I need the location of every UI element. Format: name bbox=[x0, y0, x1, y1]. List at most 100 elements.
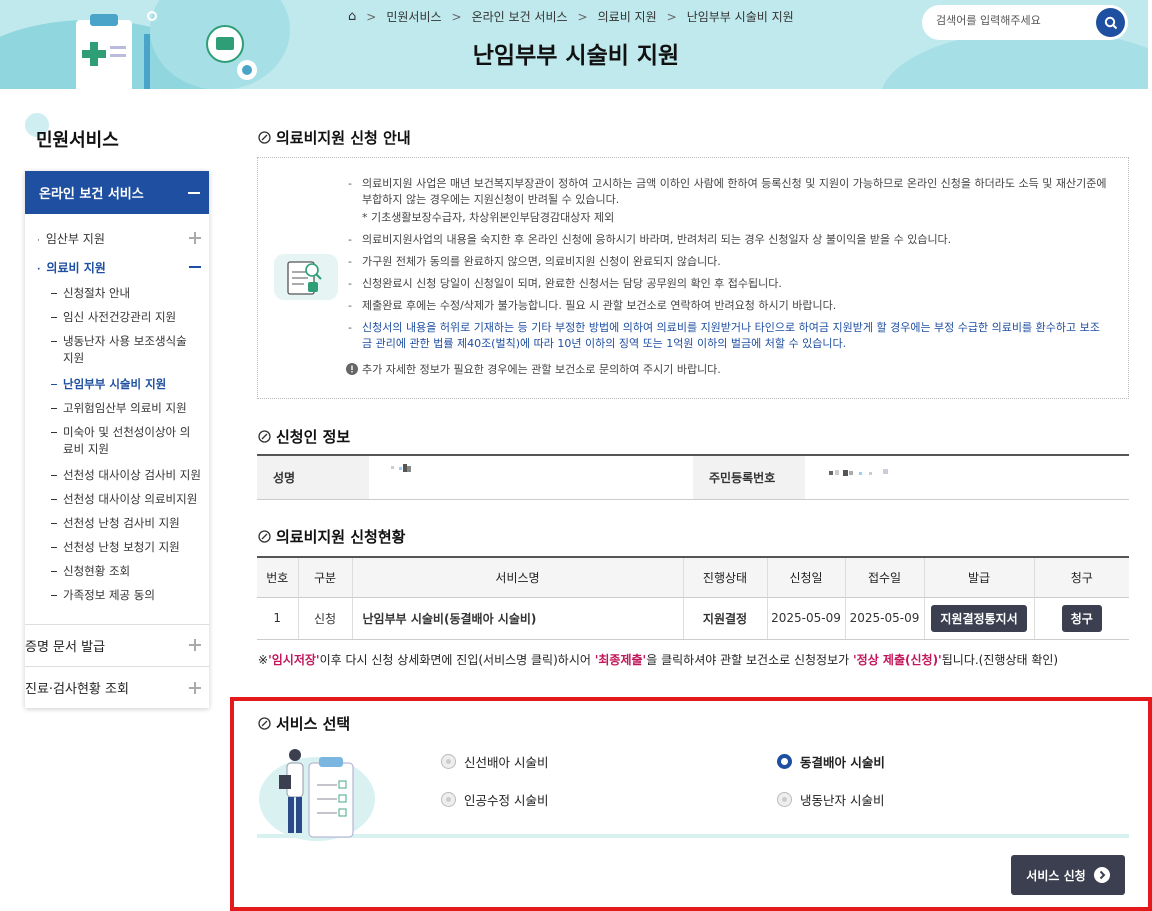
sidebar-item-pregnant-support[interactable]: · 임산부 지원 bbox=[37, 230, 105, 247]
sidebar-section-online-health[interactable]: 온라인 보건 서비스 bbox=[25, 171, 209, 214]
column-header: 신청일 bbox=[766, 556, 845, 598]
section-title-status: 의료비지원 신청현황 bbox=[258, 526, 405, 547]
sidebar-subitem[interactable]: 선천성 난청 검사비 지원 bbox=[51, 515, 180, 532]
sidebar-subitem[interactable]: 신청현황 조회 bbox=[51, 563, 130, 580]
section-title-text: 신청인 정보 bbox=[276, 428, 351, 446]
service-apply-label: 서비스 신청 bbox=[1026, 868, 1086, 883]
collapse-icon[interactable] bbox=[188, 192, 200, 194]
sidebar-section-label: 증명 문서 발급 bbox=[25, 640, 106, 655]
column-header: 진행상태 bbox=[682, 556, 767, 598]
arrow-right-circle-icon bbox=[1093, 867, 1110, 883]
radio-button[interactable] bbox=[441, 792, 456, 807]
guide-item: 의료비지원사업의 내용을 숙지한 후 온라인 신청에 응하시기 바라며, 반려처… bbox=[348, 232, 1108, 248]
sidebar-section-label: 진료·검사현황 조회 bbox=[25, 682, 129, 697]
status-table: 번호 구분 서비스명 진행상태 신청일 접수일 발급 청구 1 신청 난임부부 … bbox=[257, 556, 1129, 640]
breadcrumb-item[interactable]: 난임부부 시술비 지원 bbox=[687, 8, 794, 25]
sidebar-subitem[interactable]: 선천성 대사이상 의료비지원 bbox=[51, 491, 197, 508]
masked-rrn bbox=[829, 469, 888, 476]
guide-item: 신청완료시 신청 당일이 신청일이 되며, 완료한 신청서는 담당 공무원의 확… bbox=[348, 276, 1108, 292]
sidebar-subitem[interactable]: 임신 사전건강관리 지원 bbox=[51, 309, 176, 326]
sidebar-subitem[interactable]: 미숙아 및 선천성이상아 의료비 지원 bbox=[51, 424, 191, 458]
section-title-guide: 의료비지원 신청 안내 bbox=[258, 127, 411, 148]
section-title-text: 의료비지원 신청현황 bbox=[276, 528, 406, 546]
breadcrumb-item[interactable]: 민원서비스 bbox=[386, 8, 441, 25]
sidebar-item-medical-support[interactable]: · 의료비 지원 bbox=[37, 259, 106, 276]
search-button[interactable] bbox=[1096, 8, 1125, 37]
masked-name bbox=[391, 464, 411, 472]
collapse-icon[interactable] bbox=[189, 266, 201, 268]
sidebar-subitem[interactable]: 선천성 대사이상 검사비 지원 bbox=[51, 467, 201, 484]
name-label: 성명 bbox=[257, 454, 369, 500]
radio-frozen-embryo[interactable]: 동결배아 시술비 bbox=[777, 752, 885, 771]
guide-item: 제출완료 후에는 수정/삭제가 불가능합니다. 필요 시 관할 보건소로 연락하… bbox=[348, 298, 1108, 314]
guide-warning-item: 신청서의 내용을 허위로 기재하는 등 기타 부정한 방법에 의하여 의료비를 … bbox=[348, 320, 1108, 352]
section-title-text: 의료비지원 신청 안내 bbox=[276, 129, 411, 147]
document-search-icon bbox=[274, 254, 338, 300]
sidebar-title: 민원서비스 bbox=[36, 130, 119, 151]
radio-button-selected[interactable] bbox=[777, 754, 792, 769]
radio-label: 신선배아 시술비 bbox=[464, 755, 549, 770]
breadcrumb-separator: > bbox=[666, 9, 677, 24]
section-title-applicant: 신청인 정보 bbox=[258, 426, 350, 447]
expand-icon-vertical bbox=[194, 682, 196, 694]
section-title-text: 서비스 선택 bbox=[276, 715, 351, 733]
column-header: 구분 bbox=[297, 556, 352, 598]
breadcrumb-item[interactable]: 온라인 보건 서비스 bbox=[472, 8, 568, 25]
search-box bbox=[922, 5, 1128, 40]
status-table-header: 번호 구분 서비스명 진행상태 신청일 접수일 발급 청구 bbox=[257, 556, 1129, 598]
claim-cell: 청구 bbox=[1033, 597, 1129, 640]
pencil-circle-icon bbox=[258, 131, 271, 144]
page-title: 난임부부 시술비 지원 bbox=[472, 43, 680, 69]
progress-status: 지원결정 bbox=[682, 597, 767, 640]
radio-frozen-oocyte[interactable]: 냉동난자 시술비 bbox=[777, 790, 884, 809]
sidebar-subitem[interactable]: 신청절차 안내 bbox=[51, 285, 130, 302]
decision-notice-button[interactable]: 지원결정통지서 bbox=[931, 604, 1027, 632]
sidebar-subitem[interactable]: 냉동난자 사용 보조생식술 지원 bbox=[51, 333, 191, 367]
breadcrumb-separator: > bbox=[577, 9, 588, 24]
table-row: 1 신청 난임부부 시술비(동결배아 시술비) 지원결정 2025-05-09 … bbox=[257, 597, 1129, 640]
pencil-circle-icon bbox=[258, 717, 271, 730]
top-banner: ⌂ > 민원서비스 > 온라인 보건 서비스 > 의료비 지원 > 난임부부 시… bbox=[0, 0, 1148, 89]
name-value bbox=[369, 454, 693, 500]
column-header: 접수일 bbox=[844, 556, 924, 598]
radio-button[interactable] bbox=[777, 792, 792, 807]
guide-list: 의료비지원 사업은 매년 보건복지부장관이 정하여 고시하는 금액 이하인 사람… bbox=[348, 176, 1108, 358]
expand-icon-vertical bbox=[194, 639, 196, 651]
sidebar-subitem[interactable]: 가족정보 제공 동의 bbox=[51, 587, 155, 604]
applied-date: 2025-05-09 bbox=[766, 597, 845, 640]
column-header: 발급 bbox=[923, 556, 1034, 598]
expand-icon-vertical bbox=[194, 232, 196, 244]
search-input[interactable] bbox=[936, 14, 1086, 27]
guide-item: 의료비지원 사업은 매년 보건복지부장관이 정하여 고시하는 금액 이하인 사람… bbox=[348, 176, 1108, 226]
sidebar-item-label: 의료비 지원 bbox=[46, 261, 106, 275]
service-apply-button[interactable]: 서비스 신청 bbox=[1011, 855, 1125, 895]
pencil-circle-icon bbox=[258, 530, 271, 543]
service-name-link[interactable]: 난임부부 시술비(동결배아 시술비) bbox=[351, 597, 683, 640]
sidebar-section-exam-status[interactable]: 진료·검사현황 조회 bbox=[25, 666, 209, 708]
radio-artificial-insemination[interactable]: 인공수정 시술비 bbox=[441, 790, 548, 809]
breadcrumb-item[interactable]: 의료비 지원 bbox=[598, 8, 657, 25]
radio-fresh-embryo[interactable]: 신선배아 시술비 bbox=[441, 752, 548, 771]
submission-footnote: ※'임시저장'이후 다시 신청 상세화면에 진입(서비스명 클릭)하시어 '최종… bbox=[258, 653, 1059, 667]
row-type: 신청 bbox=[297, 597, 352, 640]
applicant-table: 성명 주민등록번호 bbox=[257, 454, 1129, 500]
column-header: 청구 bbox=[1033, 556, 1129, 598]
home-icon[interactable]: ⌂ bbox=[348, 9, 356, 24]
guide-note-text: 추가 자세한 정보가 필요한 경우에는 관할 보건소로 문의하여 주시기 바랍니… bbox=[362, 363, 721, 376]
column-header: 서비스명 bbox=[351, 556, 683, 598]
sidebar-subitem[interactable]: 고위험임산부 의료비 지원 bbox=[51, 400, 187, 417]
sidebar-subitem-active[interactable]: 난임부부 시술비 지원 bbox=[51, 376, 166, 393]
search-icon bbox=[1104, 16, 1117, 29]
section-title-service: 서비스 선택 bbox=[258, 713, 350, 734]
radio-button[interactable] bbox=[441, 754, 456, 769]
sidebar-section-label: 온라인 보건 서비스 bbox=[39, 187, 144, 202]
sidebar: 온라인 보건 서비스 · 임산부 지원 · 의료비 지원 신청절차 안내 임신 사전… bbox=[25, 171, 209, 708]
rrn-value bbox=[805, 454, 1129, 500]
received-date: 2025-05-09 bbox=[844, 597, 924, 640]
sidebar-subitem[interactable]: 선천성 난청 보청기 지원 bbox=[51, 539, 180, 556]
claim-button[interactable]: 청구 bbox=[1061, 604, 1102, 632]
pencil-circle-icon bbox=[258, 430, 271, 443]
service-panel-bg bbox=[257, 834, 1129, 838]
sidebar-section-certificates[interactable]: 증명 문서 발급 bbox=[25, 624, 209, 666]
breadcrumb-separator: > bbox=[366, 9, 377, 24]
